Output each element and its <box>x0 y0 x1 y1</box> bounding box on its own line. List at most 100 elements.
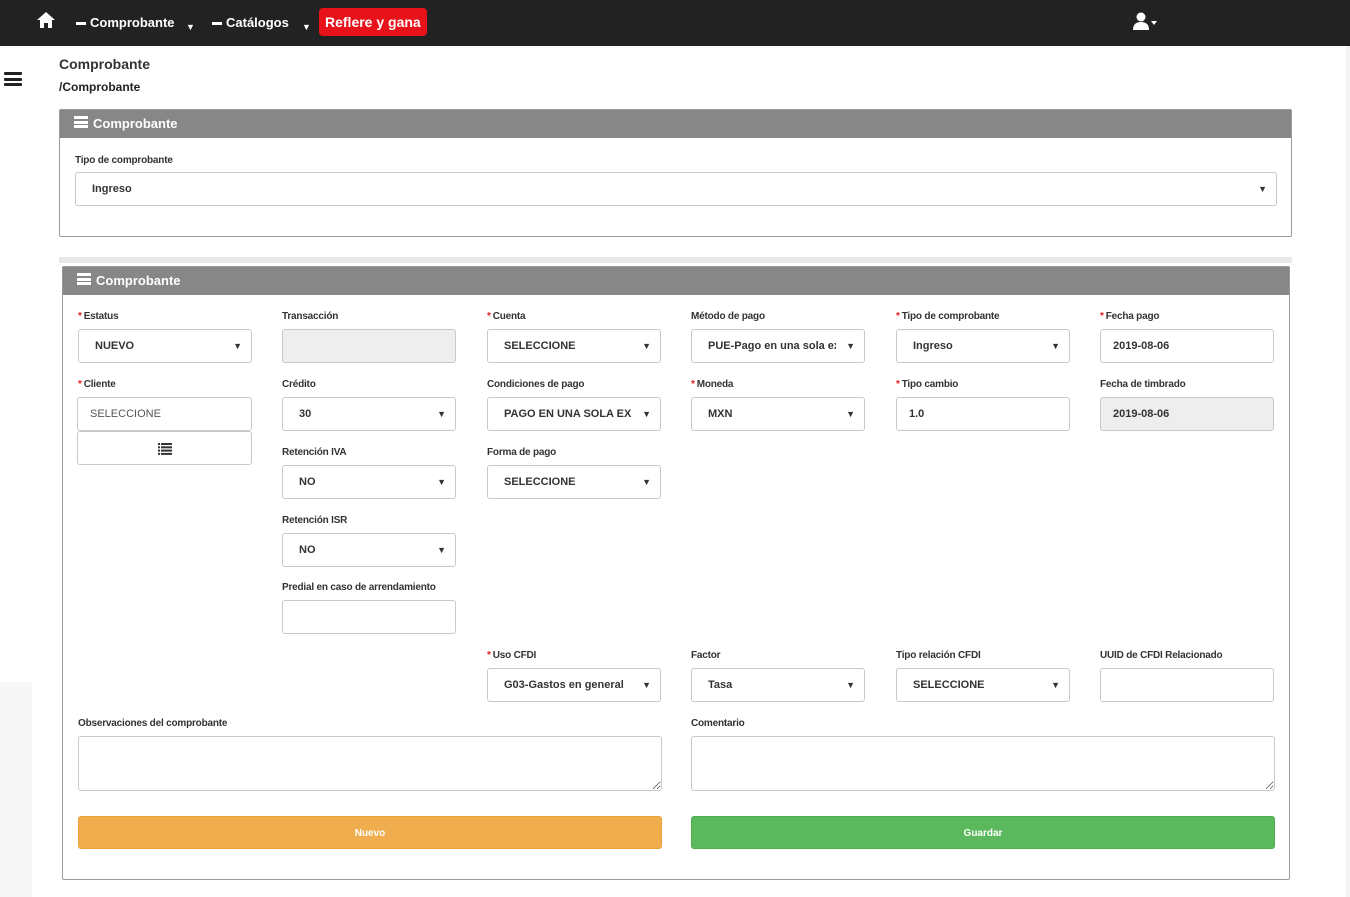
chevron-down-icon: ▼ <box>638 669 651 701</box>
tipo-comprobante-panel: Comprobante Tipo de comprobante Ingreso … <box>59 109 1292 237</box>
tipo-comprobante-value: Ingreso <box>92 183 132 195</box>
tipo-comprobante-label: Tipo de comprobante <box>75 155 173 166</box>
tipo-cambio-input[interactable]: 1.0 <box>896 397 1070 431</box>
condiciones-pago-select[interactable]: PAGO EN UNA SOLA EXHIBICIÓN ▼ <box>487 397 661 431</box>
forma-pago-select[interactable]: SELECCIONE ▼ <box>487 465 661 499</box>
menu-catalogos-label: Catálogos <box>226 15 289 30</box>
uuid-relacionado-input[interactable] <box>1100 668 1274 702</box>
cliente-label: * Cliente <box>78 379 116 390</box>
uso-cfdi-select[interactable]: G03-Gastos en general ▼ <box>487 668 661 702</box>
menu-catalogos[interactable]: Catálogos <box>212 15 289 30</box>
tipo-relacion-select[interactable]: SELECCIONE ▼ <box>896 668 1070 702</box>
scroll-track <box>1346 46 1350 897</box>
moneda-label: * Moneda <box>691 379 734 390</box>
observaciones-label: Observaciones del comprobante <box>78 718 228 729</box>
tipo-comprobante-select-2[interactable]: Ingreso ▼ <box>896 329 1070 363</box>
chevron-down-icon: ▼ <box>1254 173 1267 205</box>
retencion-iva-value: NO <box>299 476 316 488</box>
condiciones-pago-value: PAGO EN UNA SOLA EXHIBICIÓN <box>504 408 632 420</box>
chevron-down-icon: ▼ <box>638 330 651 362</box>
tipo-relacion-label: Tipo relación CFDI <box>896 650 981 661</box>
home-icon[interactable] <box>36 11 56 29</box>
dash-icon <box>212 22 222 26</box>
credito-label: Crédito <box>282 379 316 390</box>
estatus-label: * Estatus <box>78 311 119 322</box>
uso-cfdi-label: * Uso CFDI <box>487 650 537 661</box>
chevron-down-icon[interactable]: ▼ <box>302 22 311 32</box>
forma-pago-label: Forma de pago <box>487 447 557 458</box>
predial-label: Predial en caso de arrendamiento <box>282 582 436 593</box>
chevron-down-icon: ▼ <box>638 398 651 430</box>
chevron-down-icon[interactable]: ▼ <box>186 22 195 32</box>
cuenta-label: * Cuenta <box>487 311 526 322</box>
list-icon <box>158 443 172 455</box>
panel-title: Comprobante <box>93 116 178 131</box>
factor-value: Tasa <box>708 679 733 691</box>
estatus-select[interactable]: NUEVO ▼ <box>78 329 252 363</box>
retencion-iva-select[interactable]: NO ▼ <box>282 465 456 499</box>
transaccion-field <box>282 329 456 363</box>
tipo-relacion-value: SELECCIONE <box>913 679 985 691</box>
cuenta-select[interactable]: SELECCIONE ▼ <box>487 329 661 363</box>
metodo-pago-label: Método de pago <box>691 311 765 322</box>
predial-input[interactable] <box>282 600 456 634</box>
chevron-down-icon: ▼ <box>433 466 446 498</box>
dash-icon <box>76 22 86 26</box>
chevron-down-icon: ▼ <box>229 330 242 362</box>
hamburger-menu-icon[interactable] <box>4 72 22 86</box>
cliente-input[interactable]: SELECCIONE <box>77 397 252 431</box>
cuenta-value: SELECCIONE <box>504 340 576 352</box>
chevron-down-icon: ▼ <box>842 398 855 430</box>
breadcrumb: /Comprobante <box>59 80 141 94</box>
credito-select[interactable]: 30 ▼ <box>282 397 456 431</box>
menu-comprobante-label: Comprobante <box>90 15 175 30</box>
comentario-label: Comentario <box>691 718 745 729</box>
sidebar-top <box>0 46 32 682</box>
chevron-down-icon: ▼ <box>433 534 446 566</box>
transaccion-label: Transacción <box>282 311 339 322</box>
chevron-down-icon: ▼ <box>1047 330 1060 362</box>
tipo-comprobante-select[interactable]: Ingreso ▼ <box>75 172 1277 206</box>
nuevo-button[interactable]: Nuevo <box>78 816 662 849</box>
uuid-relacionado-label: UUID de CFDI Relacionado <box>1100 650 1223 661</box>
chevron-down-icon: ▼ <box>842 669 855 701</box>
condiciones-pago-label: Condiciones de pago <box>487 379 585 390</box>
fecha-pago-input[interactable]: 2019-08-06 <box>1100 329 1274 363</box>
panel-header: Comprobante <box>63 267 1289 295</box>
observaciones-textarea[interactable] <box>78 736 662 791</box>
moneda-select[interactable]: MXN ▼ <box>691 397 865 431</box>
panel-header: Comprobante <box>60 110 1291 138</box>
user-icon[interactable] <box>1133 12 1161 32</box>
retencion-isr-select[interactable]: NO ▼ <box>282 533 456 567</box>
estatus-value: NUEVO <box>95 340 135 352</box>
uso-cfdi-value: G03-Gastos en general <box>504 679 624 691</box>
chevron-down-icon: ▼ <box>638 466 651 498</box>
guardar-button[interactable]: Guardar <box>691 816 1275 849</box>
tipo-cambio-label: * Tipo cambio <box>896 379 959 390</box>
tipo-comprobante-value-2: Ingreso <box>913 340 953 352</box>
retencion-isr-label: Retención ISR <box>282 515 348 526</box>
server-icon <box>74 116 88 128</box>
divider <box>59 257 1292 263</box>
panel-title: Comprobante <box>96 273 181 288</box>
fecha-pago-label: * Fecha pago <box>1100 311 1160 322</box>
metodo-pago-value: PUE-Pago en una sola exhibición <box>708 340 836 352</box>
page-title: Comprobante <box>59 56 150 72</box>
factor-label: Factor <box>691 650 721 661</box>
comentario-textarea[interactable] <box>691 736 1275 791</box>
promo-button[interactable]: Reflere y gana <box>319 8 427 36</box>
retencion-iva-label: Retención IVA <box>282 447 347 458</box>
chevron-down-icon: ▼ <box>1047 669 1060 701</box>
client-list-button[interactable] <box>77 431 252 465</box>
fecha-timbrado-label: Fecha de timbrado <box>1100 379 1186 390</box>
metodo-pago-select[interactable]: PUE-Pago en una sola exhibición ▼ <box>691 329 865 363</box>
server-icon <box>77 273 91 285</box>
top-navbar: Comprobante ▼ Catálogos ▼ Reflere y gana <box>0 0 1350 46</box>
factor-select[interactable]: Tasa ▼ <box>691 668 865 702</box>
menu-comprobante[interactable]: Comprobante <box>76 15 175 30</box>
sidebar <box>0 46 32 897</box>
chevron-down-icon: ▼ <box>433 398 446 430</box>
chevron-down-icon: ▼ <box>842 330 855 362</box>
tipo-comprobante-label-2: * Tipo de comprobante <box>896 311 1000 322</box>
moneda-value: MXN <box>708 408 733 420</box>
